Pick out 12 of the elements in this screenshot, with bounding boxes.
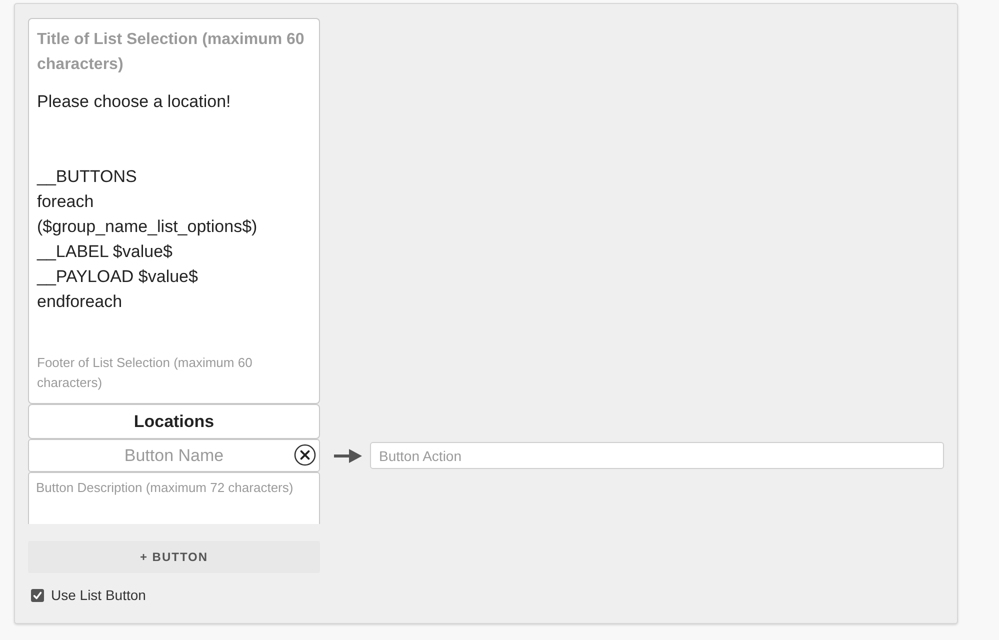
right-arrow-icon [334,448,362,462]
button-action-field[interactable]: Button Action [370,442,944,469]
use-list-button-label: Use List Button [51,586,146,605]
footer-field[interactable]: Footer of List Selection (maximum 60 characters) [28,353,320,404]
close-circle-icon[interactable] [294,444,316,466]
add-button[interactable]: + BUTTON [28,541,320,573]
checkbox[interactable] [31,588,44,602]
button-description-field[interactable]: Button Description (maximum 72 characters) [28,472,320,524]
title-field[interactable]: Title of List Selection (maximum 60 characters) [28,18,320,89]
button-name-field[interactable]: Button Name [28,439,320,472]
message-field[interactable]: Please choose a location! __BUTTONS foreach ($group_name_list_options$) __LABEL $value$ __PAYLOAD $value$ endforeach [28,89,320,353]
section-title-field[interactable]: Locations [28,404,320,439]
